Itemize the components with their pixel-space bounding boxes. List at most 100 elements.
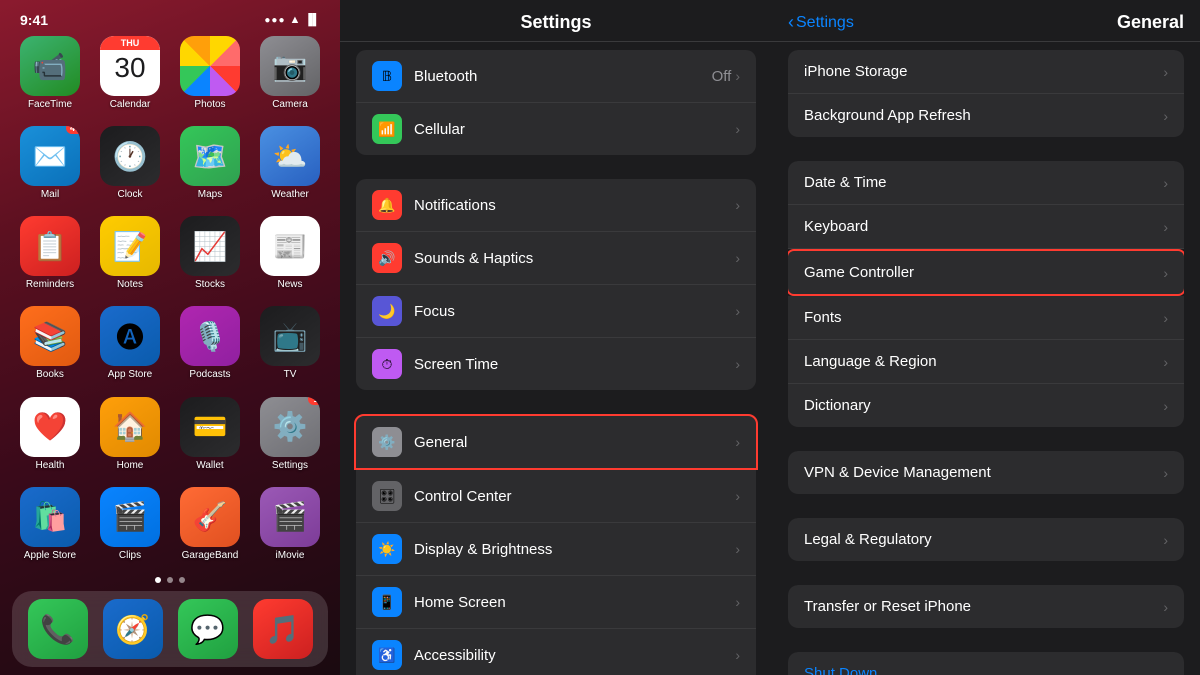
chevron-icon-focus: › <box>735 303 740 319</box>
app-mail[interactable]: ✉️47Mail <box>12 126 88 208</box>
chevron-icon-gen-datetime: › <box>1163 175 1168 191</box>
app-label-home: Home <box>117 460 144 471</box>
settings-icon-glyph-homescreen: 📱 <box>378 594 395 611</box>
settings-icon-displaybrightness: ☀️ <box>372 534 402 564</box>
app-clips[interactable]: 🎬Clips <box>92 487 168 569</box>
settings-icon-notifications: 🔔 <box>372 190 402 220</box>
general-row-vpn[interactable]: VPN & Device Management › <box>788 451 1184 494</box>
app-home[interactable]: 🏠Home <box>92 397 168 479</box>
dock-icon-safari: 🧭 <box>103 599 163 659</box>
settings-row-displaybrightness[interactable]: ☀️ Display & Brightness › <box>356 523 756 576</box>
app-podcasts[interactable]: 🎙️Podcasts <box>172 306 248 388</box>
home-screen: 9:41 ●●● ▲ ▐▌ 📹FaceTime THU 30 CalendarP… <box>0 0 340 675</box>
general-row-transfer[interactable]: Transfer or Reset iPhone › <box>788 585 1184 628</box>
app-grid: 📹FaceTime THU 30 CalendarPhotos📷Camera ✉️… <box>12 36 328 569</box>
general-row-gamecontroller[interactable]: Game Controller › <box>788 249 1184 296</box>
chevron-icon-bluetooth: › <box>735 68 740 84</box>
general-row-shutdown[interactable]: Shut Down <box>788 652 1184 675</box>
chevron-icon-gen-legal: › <box>1163 532 1168 548</box>
settings-row-screentime[interactable]: ⏱ Screen Time › <box>356 338 756 390</box>
app-clock[interactable]: 🕐Clock <box>92 126 168 208</box>
chevron-icon-gen-dictionary: › <box>1163 398 1168 414</box>
chevron-icon-cellular: › <box>735 121 740 137</box>
general-group-legal-group: Legal & Regulatory › <box>772 518 1200 561</box>
dock-app-messages[interactable]: 💬 <box>178 599 238 659</box>
chevron-icon-gen-transfer: › <box>1163 599 1168 615</box>
settings-icon-homescreen: 📱 <box>372 587 402 617</box>
app-reminders[interactable]: 📋Reminders <box>12 216 88 298</box>
app-notes[interactable]: 📝Notes <box>92 216 168 298</box>
app-imovie[interactable]: 🎬iMovie <box>252 487 328 569</box>
general-row-backgroundrefresh[interactable]: Background App Refresh › <box>788 94 1184 137</box>
settings-icon-sounds: 🔊 <box>372 243 402 273</box>
general-group-transfer-group: Transfer or Reset iPhone › <box>772 585 1200 628</box>
settings-row-controlcenter[interactable]: 🎛 Control Center › <box>356 470 756 523</box>
general-row-label-languageregion: Language & Region <box>804 353 1163 370</box>
settings-row-content-focus: Focus › <box>414 303 740 320</box>
dock-app-safari[interactable]: 🧭 <box>103 599 163 659</box>
general-panel-title: General <box>862 12 1184 33</box>
settings-group-connectivity: 𝔹 Bluetooth Off › 📶 Cellular › <box>340 50 772 155</box>
general-row-legal[interactable]: Legal & Regulatory › <box>788 518 1184 561</box>
general-row-label-gamecontroller: Game Controller <box>804 264 1163 281</box>
app-label-notes: Notes <box>117 279 143 290</box>
app-health[interactable]: ❤️Health <box>12 397 88 479</box>
settings-row-label-general: General <box>414 434 467 451</box>
settings-row-notifications[interactable]: 🔔 Notifications › <box>356 179 756 232</box>
badge-mail: 47 <box>66 126 80 134</box>
general-row-datetime[interactable]: Date & Time › <box>788 161 1184 205</box>
badge-settings: 1 <box>308 397 320 405</box>
settings-row-content-sounds: Sounds & Haptics › <box>414 250 740 267</box>
chevron-icon-sounds: › <box>735 250 740 266</box>
app-camera[interactable]: 📷Camera <box>252 36 328 118</box>
settings-row-bluetooth[interactable]: 𝔹 Bluetooth Off › <box>356 50 756 103</box>
general-row-fonts[interactable]: Fonts › <box>788 296 1184 340</box>
app-label-imovie: iMovie <box>276 550 305 561</box>
page-dot-2[interactable] <box>167 577 173 583</box>
app-calendar[interactable]: THU 30 Calendar <box>92 36 168 118</box>
app-settings[interactable]: ⚙️1Settings <box>252 397 328 479</box>
chevron-icon-gen-fonts: › <box>1163 310 1168 326</box>
app-news[interactable]: 📰News <box>252 216 328 298</box>
general-row-iphonestorage[interactable]: iPhone Storage › <box>788 50 1184 94</box>
app-tv[interactable]: 📺TV <box>252 306 328 388</box>
settings-row-general[interactable]: ⚙️ General › <box>354 414 758 470</box>
app-label-camera: Camera <box>272 99 308 110</box>
app-facetime[interactable]: 📹FaceTime <box>12 36 88 118</box>
app-label-settings: Settings <box>272 460 308 471</box>
general-header: ‹ Settings General <box>772 0 1200 42</box>
chevron-icon-general: › <box>735 434 740 450</box>
settings-row-sounds[interactable]: 🔊 Sounds & Haptics › <box>356 232 756 285</box>
general-row-dictionary[interactable]: Dictionary › <box>788 384 1184 427</box>
status-time: 9:41 <box>20 12 48 28</box>
app-applestore[interactable]: 🛍️Apple Store <box>12 487 88 569</box>
general-row-keyboard[interactable]: Keyboard › <box>788 205 1184 249</box>
app-wallet[interactable]: 💳Wallet <box>172 397 248 479</box>
settings-row-label-focus: Focus <box>414 303 455 320</box>
app-appstore[interactable]: 🅐App Store <box>92 306 168 388</box>
dock: 📞🧭💬🎵 <box>12 591 328 667</box>
dock-app-music[interactable]: 🎵 <box>253 599 313 659</box>
general-row-languageregion[interactable]: Language & Region › <box>788 340 1184 384</box>
app-photos[interactable]: Photos <box>172 36 248 118</box>
settings-row-content-bluetooth: Bluetooth Off › <box>414 68 740 85</box>
app-books[interactable]: 📚Books <box>12 306 88 388</box>
settings-row-focus[interactable]: 🌙 Focus › <box>356 285 756 338</box>
chevron-icon-gen-keyboard: › <box>1163 219 1168 235</box>
dock-app-phone[interactable]: 📞 <box>28 599 88 659</box>
settings-row-cellular[interactable]: 📶 Cellular › <box>356 103 756 155</box>
settings-icon-glyph-general: ⚙️ <box>378 434 395 451</box>
chevron-icon-gen-iphonestorage: › <box>1163 64 1168 80</box>
settings-row-label-screentime: Screen Time <box>414 356 498 373</box>
app-stocks[interactable]: 📈Stocks <box>172 216 248 298</box>
settings-row-accessibility[interactable]: ♿ Accessibility › <box>356 629 756 675</box>
app-maps[interactable]: 🗺️Maps <box>172 126 248 208</box>
back-button[interactable]: ‹ Settings <box>788 12 854 33</box>
app-garageband[interactable]: 🎸GarageBand <box>172 487 248 569</box>
page-dot-1[interactable] <box>155 577 161 583</box>
settings-row-homescreen[interactable]: 📱 Home Screen › <box>356 576 756 629</box>
page-dot-3[interactable] <box>179 577 185 583</box>
back-label: Settings <box>796 14 854 32</box>
app-weather[interactable]: ⛅Weather <box>252 126 328 208</box>
app-label-books: Books <box>36 369 64 380</box>
